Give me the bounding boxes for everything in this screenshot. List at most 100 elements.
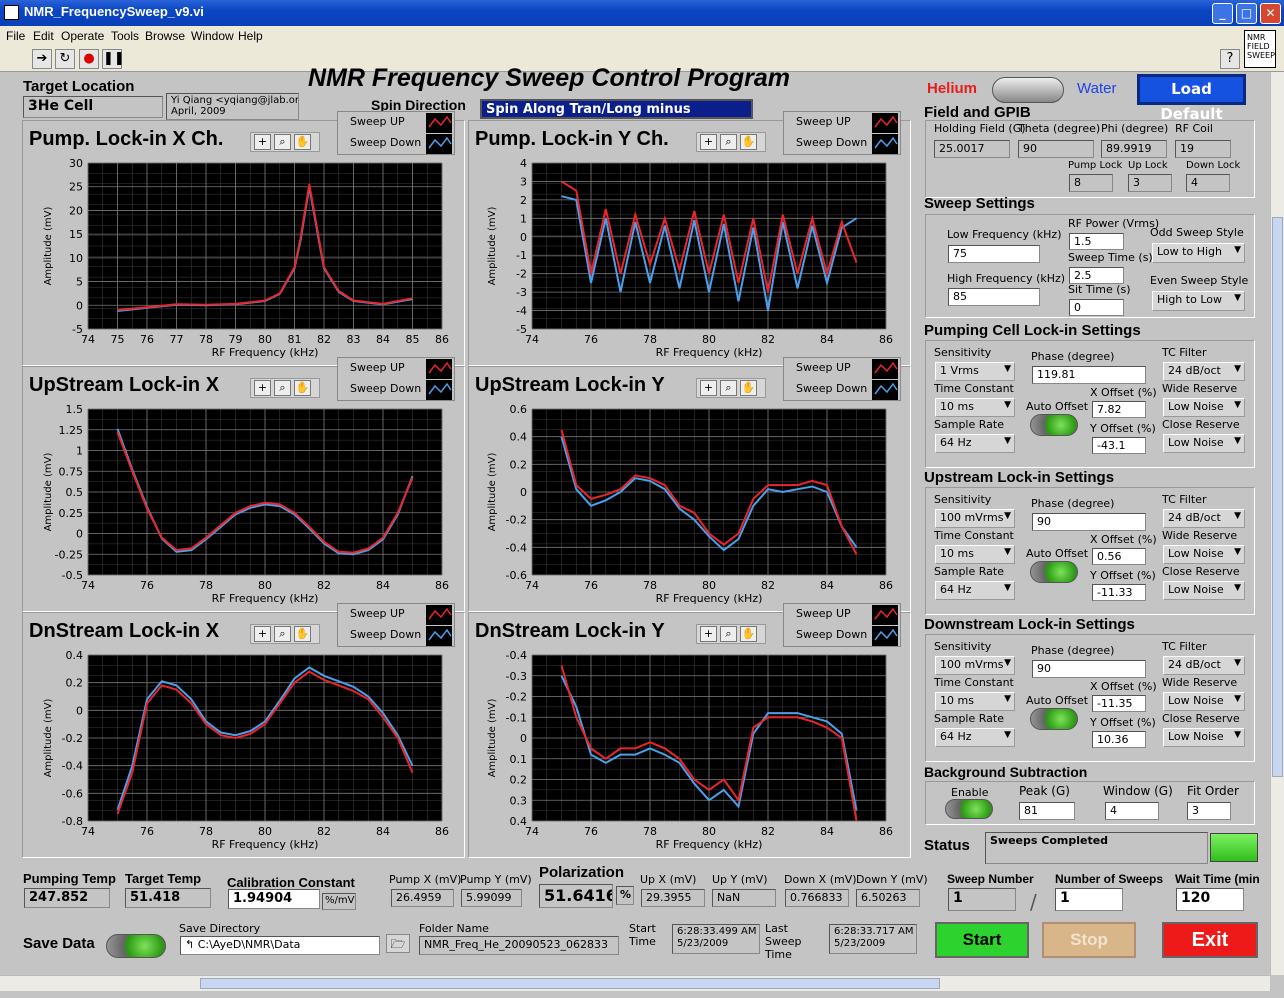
menu-help[interactable]: Help <box>238 29 263 43</box>
sweep-time-input[interactable]: 2.5 <box>1069 267 1124 284</box>
sample-rate-select[interactable]: 64 Hz ▼ <box>935 581 1015 600</box>
run-arrow-icon[interactable]: ➔ <box>32 49 52 69</box>
menu-tools[interactable]: Tools <box>111 29 139 43</box>
chart-plot[interactable]: 74 76 78 80 82 84 86 0.6 0.4 0.2 0 -0.2 -0.4 -0.6 RF F… <box>468 366 911 612</box>
author-box: Yi Qiang <yqiang@jlab.org> April, 2009 <box>166 93 299 120</box>
time-constant-value: 10 ms <box>940 694 974 707</box>
chart-plot[interactable]: 74 76 78 80 82 84 86 4 3 2 1 0 -1 -2 -3 -4 -5 RF Frequenc… <box>468 120 911 366</box>
auto-offset-button[interactable] <box>1030 561 1078 583</box>
chart-plot[interactable]: 74 75 76 77 78 79 80 81 82 83 84 85 86 30 25 20 15 10 5 0 -5… <box>22 120 465 366</box>
menu-file[interactable]: File <box>6 29 25 43</box>
chart-plot[interactable]: 74 76 78 80 82 84 86 0.4 0.2 0 -0.2 -0.4 -0.6 -0.8 RF … <box>22 612 465 858</box>
number-of-sweeps-input[interactable]: 1 <box>1055 888 1123 911</box>
tc-filter-select[interactable]: 24 dB/oct ▼ <box>1163 362 1245 381</box>
sample-rate-select[interactable]: 64 Hz ▼ <box>935 434 1015 453</box>
spin-direction-value[interactable]: Spin Along Tran/Long minus <box>480 99 753 119</box>
x-offset-input[interactable]: -11.35 <box>1092 695 1146 712</box>
y-offset-label: Y Offset (%) <box>1090 569 1156 582</box>
phase-input[interactable]: 90 <box>1032 513 1146 531</box>
y-tick-label: -0.6 <box>506 569 527 582</box>
maximize-button[interactable]: □ <box>1236 3 1257 24</box>
vertical-scrollbar[interactable] <box>1270 72 1284 975</box>
horizontal-scroll-thumb[interactable] <box>200 978 940 989</box>
wait-time-input[interactable]: 120 <box>1176 888 1244 911</box>
sensitivity-select[interactable]: 1 Vrms ▼ <box>935 362 1015 381</box>
x-offset-label: X Offset (%) <box>1090 533 1157 546</box>
up-y-value: NaN <box>712 889 776 907</box>
sensitivity-select[interactable]: 100 mVrms ▼ <box>935 656 1015 675</box>
vertical-scroll-thumb[interactable] <box>1272 217 1283 777</box>
x-tick-label: 74 <box>525 579 539 592</box>
phase-input[interactable]: 90 <box>1032 660 1146 678</box>
phase-input[interactable]: 119.81 <box>1032 366 1146 384</box>
logo-line-3: SWEEP <box>1247 51 1275 60</box>
abort-icon[interactable]: ● <box>79 49 99 69</box>
wait-time-label: Wait Time (min <box>1175 872 1260 886</box>
calibration-input[interactable]: 1.94904 <box>228 889 320 909</box>
y-offset-input[interactable]: -43.1 <box>1092 437 1146 454</box>
minimize-button[interactable]: _ <box>1212 3 1233 24</box>
help-icon[interactable]: ? <box>1220 49 1240 69</box>
chevron-down-icon: ▼ <box>1234 245 1241 255</box>
y-tick-label: 4 <box>520 157 527 170</box>
high-frequency-input[interactable]: 85 <box>948 288 1040 306</box>
time-constant-select[interactable]: 10 ms ▼ <box>935 398 1015 417</box>
status-label: Status <box>924 837 970 854</box>
wide-reserve-select[interactable]: Low Noise ▼ <box>1163 545 1245 564</box>
sample-rate-select[interactable]: 64 Hz ▼ <box>935 728 1015 747</box>
close-reserve-select[interactable]: Low Noise ▼ <box>1163 728 1245 747</box>
time-constant-select[interactable]: 10 ms ▼ <box>935 692 1015 711</box>
helium-water-switch[interactable] <box>992 77 1064 103</box>
y-offset-input[interactable]: 10.36 <box>1092 731 1146 748</box>
down-y-label: Down Y (mV) <box>856 873 928 886</box>
wide-reserve-select[interactable]: Low Noise ▼ <box>1163 692 1245 711</box>
menu-window[interactable]: Window <box>191 29 234 43</box>
start-button[interactable]: Start <box>935 922 1029 958</box>
load-default-button[interactable]: Load Default <box>1137 74 1246 123</box>
menu-browse[interactable]: Browse <box>145 29 185 43</box>
tc-filter-select[interactable]: 24 dB/oct ▼ <box>1163 509 1245 528</box>
odd-sweep-select[interactable]: Low to High ▼ <box>1152 243 1245 263</box>
fit-order-input[interactable]: 3 <box>1187 802 1231 820</box>
low-frequency-input[interactable]: 75 <box>948 245 1040 263</box>
stop-button[interactable]: Stop <box>1042 922 1136 958</box>
pause-icon[interactable]: ❚❚ <box>102 49 125 69</box>
save-directory-input[interactable]: ↰ C:\AyeD\NMR\Data <box>180 936 380 955</box>
time-constant-select[interactable]: 10 ms ▼ <box>935 545 1015 564</box>
peak-input[interactable]: 81 <box>1019 802 1075 820</box>
folder-browse-icon[interactable]: 🗁 <box>386 934 410 953</box>
wide-reserve-select[interactable]: Low Noise ▼ <box>1163 398 1245 417</box>
auto-offset-button[interactable] <box>1030 414 1078 436</box>
exit-button[interactable]: Exit <box>1162 922 1258 958</box>
fit-order-label: Fit Order <box>1187 784 1239 798</box>
wide-reserve-value: Low Noise <box>1168 694 1224 707</box>
run-continuously-icon[interactable]: ↻ <box>55 49 75 69</box>
x-offset-input[interactable]: 0.56 <box>1092 548 1146 565</box>
pump-x-label: Pump X (mV) <box>389 873 462 886</box>
menu-edit[interactable]: Edit <box>33 29 54 43</box>
auto-offset-button[interactable] <box>1030 708 1078 730</box>
close-reserve-value: Low Noise <box>1168 436 1224 449</box>
rf-power-input[interactable]: 1.5 <box>1069 233 1124 250</box>
enable-toggle[interactable] <box>945 799 993 819</box>
even-sweep-select[interactable]: High to Low ▼ <box>1152 291 1245 311</box>
sensitivity-select[interactable]: 100 mVrms ▼ <box>935 509 1015 528</box>
chart-plot[interactable]: 74 76 78 80 82 84 86 -0.4 -0.3 -0.2 -0.1 0 0.1 0.2 0.3… <box>468 612 911 858</box>
close-reserve-label: Close Reserve <box>1162 565 1240 578</box>
close-reserve-select[interactable]: Low Noise ▼ <box>1163 581 1245 600</box>
x-tick-label: 80 <box>702 579 716 592</box>
close-button[interactable]: ✕ <box>1260 3 1281 24</box>
close-reserve-value: Low Noise <box>1168 583 1224 596</box>
sit-time-input[interactable]: 0 <box>1069 299 1124 316</box>
close-reserve-select[interactable]: Low Noise ▼ <box>1163 434 1245 453</box>
tc-filter-select[interactable]: 24 dB/oct ▼ <box>1163 656 1245 675</box>
x-offset-input[interactable]: 7.82 <box>1092 401 1146 418</box>
sweep-number-value: 1 <box>948 888 1016 911</box>
menu-operate[interactable]: Operate <box>61 29 104 43</box>
chart-plot[interactable]: 74 76 78 80 82 84 86 1.5 1.25 1 0.75 0.5 0.25 0 -0.25 -… <box>22 366 465 612</box>
save-data-toggle[interactable] <box>106 934 166 958</box>
y-offset-input[interactable]: -11.33 <box>1092 584 1146 601</box>
window-input[interactable]: 4 <box>1105 802 1159 820</box>
x-tick-label: 86 <box>879 579 893 592</box>
horizontal-scrollbar[interactable] <box>0 975 1270 991</box>
